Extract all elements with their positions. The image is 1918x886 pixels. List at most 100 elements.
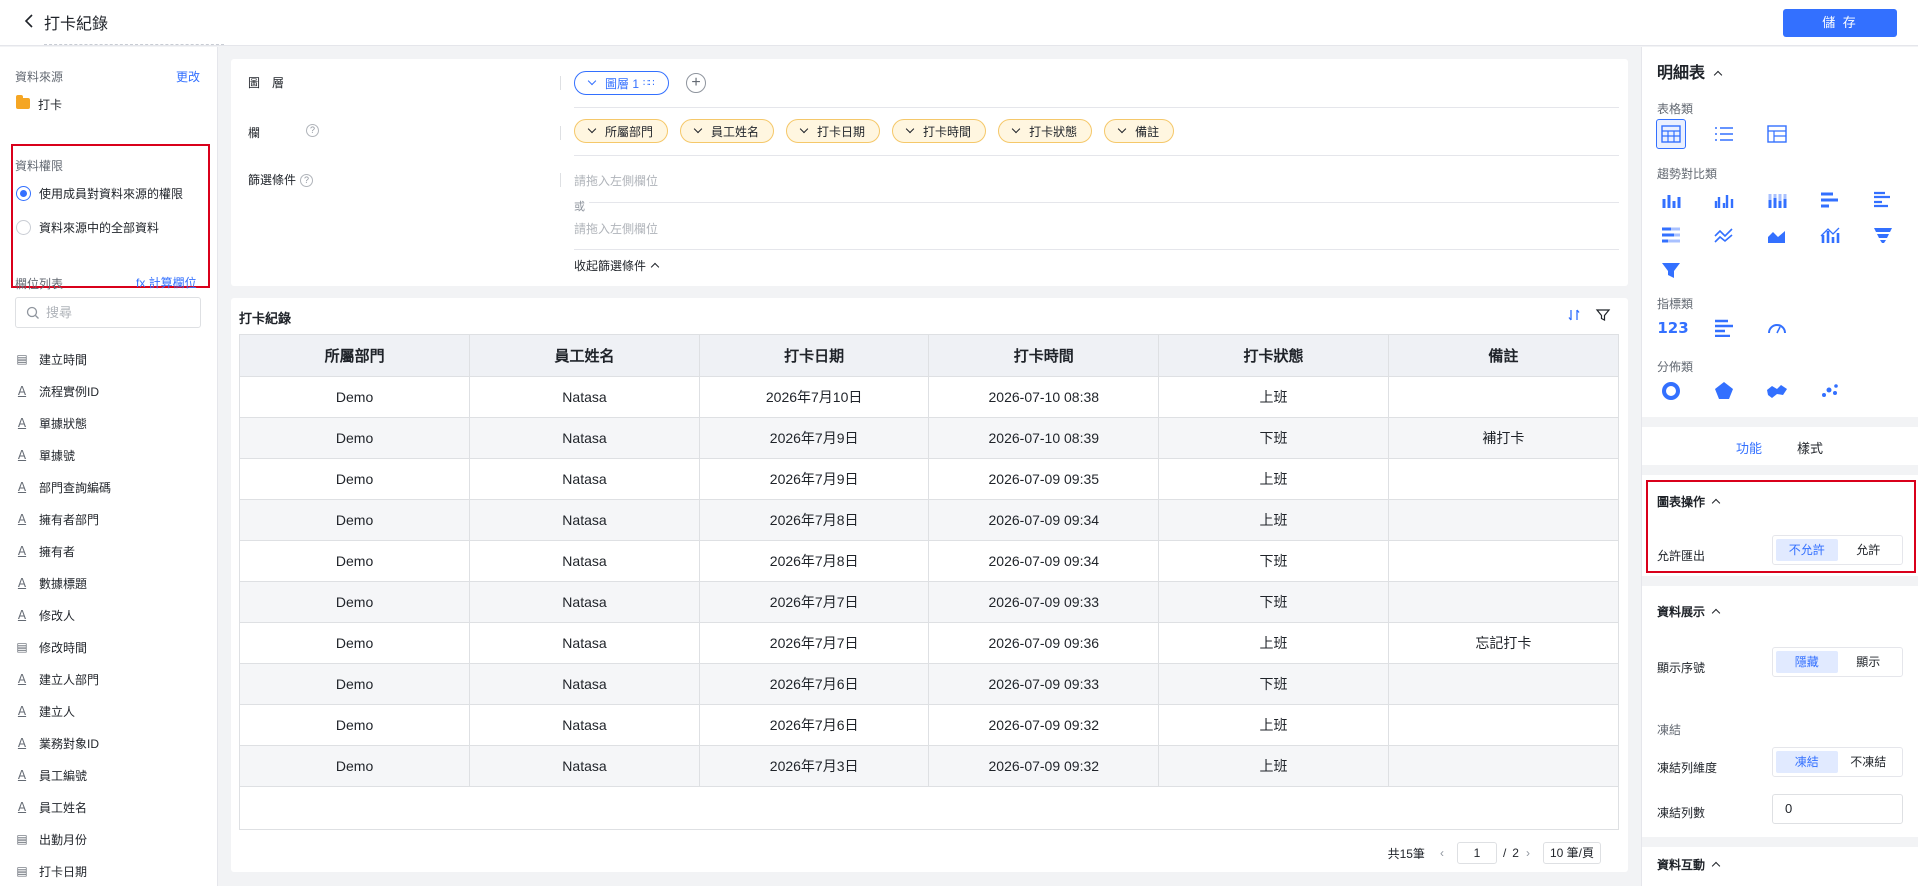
disallow-option[interactable]: 不允許: [1776, 539, 1838, 561]
field-label: 建立人部門: [39, 672, 100, 687]
area-chart-icon[interactable]: [1762, 220, 1792, 250]
field-item[interactable]: A 部門查詢編碼: [15, 471, 205, 503]
list-table-icon[interactable]: [1709, 119, 1739, 149]
funnel-chart-icon[interactable]: [1868, 220, 1898, 250]
calc-field-link[interactable]: fx 計算欄位: [136, 274, 197, 291]
section-chart-ops[interactable]: 圖表操作: [1657, 493, 1721, 510]
field-item[interactable]: A 員工編號: [15, 759, 205, 791]
column-chip[interactable]: 打卡時間: [892, 119, 987, 143]
permission-option-member[interactable]: 使用成員對資料來源的權限: [16, 185, 183, 202]
tab-function[interactable]: 功能: [1736, 438, 1763, 467]
field-item[interactable]: A 業務對象ID: [15, 727, 205, 759]
search-input[interactable]: [46, 305, 196, 320]
next-page-icon[interactable]: ›: [1519, 846, 1537, 860]
column-header[interactable]: 所屬部門: [240, 335, 471, 377]
field-item[interactable]: ▤ 修改時間: [15, 631, 205, 663]
line-chart-icon[interactable]: [1709, 220, 1739, 250]
field-item[interactable]: ▤ 打卡日期: [15, 855, 205, 886]
grouped-bar-icon[interactable]: [1709, 185, 1739, 215]
field-item[interactable]: A 修改人: [15, 599, 205, 631]
help-icon[interactable]: ?: [300, 174, 314, 188]
field-item[interactable]: A 建立人部門: [15, 663, 205, 695]
section-interaction[interactable]: 資料互動: [1657, 856, 1721, 873]
stacked-bar-icon[interactable]: [1762, 185, 1792, 215]
progress-bar-icon[interactable]: [1709, 313, 1739, 343]
add-layer-button[interactable]: +: [686, 73, 706, 93]
column-chip[interactable]: 打卡狀態: [998, 119, 1093, 143]
permission-option-all[interactable]: 資料來源中的全部資料: [16, 219, 159, 236]
page-input[interactable]: 1: [1456, 842, 1497, 864]
allow-export-toggle[interactable]: 不允許 允許: [1772, 535, 1903, 565]
column-header[interactable]: 備註: [1388, 335, 1618, 377]
field-item[interactable]: A 建立人: [15, 695, 205, 727]
field-item[interactable]: A 員工姓名: [15, 791, 205, 823]
field-item[interactable]: A 數據標題: [15, 567, 205, 599]
text-type-icon: A: [17, 576, 27, 590]
layer-chip[interactable]: 圖層 1 ∷∷: [574, 71, 669, 95]
combo-chart-icon[interactable]: [1815, 220, 1845, 250]
freeze-count-input[interactable]: 0: [1772, 794, 1903, 824]
chart-type-title[interactable]: 明細表: [1657, 59, 1723, 83]
donut-chart-icon[interactable]: [1656, 376, 1686, 406]
grouped-horizontal-bar-icon[interactable]: [1868, 185, 1898, 215]
field-item[interactable]: A 單據號: [15, 439, 205, 471]
pivot-table-icon[interactable]: [1762, 119, 1792, 149]
radio-icon[interactable]: [16, 220, 31, 235]
field-search[interactable]: [15, 297, 201, 328]
bar-chart-icon[interactable]: [1656, 185, 1686, 215]
column-chip[interactable]: 備註: [1104, 119, 1175, 143]
field-item[interactable]: ▤ 建立時間: [15, 343, 205, 375]
tab-style[interactable]: 樣式: [1797, 438, 1823, 465]
prev-page-icon[interactable]: ‹: [1433, 846, 1451, 860]
radio-selected-icon[interactable]: [16, 186, 31, 201]
change-datasource-link[interactable]: 更改: [176, 68, 200, 85]
field-item[interactable]: A 單據狀態: [15, 407, 205, 439]
map-chart-icon[interactable]: [1762, 376, 1792, 406]
filter-icon[interactable]: [1595, 307, 1611, 323]
show-option[interactable]: 顯示: [1838, 651, 1900, 673]
table-cell: Natasa: [469, 540, 700, 582]
page-title[interactable]: 打卡紀錄: [44, 10, 224, 45]
collapse-filter-link[interactable]: 收起篩選條件: [574, 257, 660, 274]
filter-funnel-chart-icon[interactable]: [1656, 255, 1686, 285]
help-icon[interactable]: ?: [306, 124, 319, 137]
page-size-select[interactable]: 10 筆/頁: [1542, 842, 1601, 864]
indicator-card-icon[interactable]: 123: [1656, 313, 1690, 343]
no-freeze-option[interactable]: 不凍結: [1838, 751, 1900, 773]
column-header[interactable]: 打卡時間: [928, 335, 1160, 377]
column-chip[interactable]: 員工姓名: [680, 119, 775, 143]
freeze-toggle[interactable]: 凍結 不凍結: [1772, 747, 1903, 777]
allow-option[interactable]: 允許: [1838, 539, 1900, 561]
chevron-down-icon: [693, 124, 703, 134]
column-header[interactable]: 打卡狀態: [1158, 335, 1389, 377]
hide-option[interactable]: 隱藏: [1776, 651, 1838, 673]
field-item[interactable]: A 擁有者部門: [15, 503, 205, 535]
scatter-chart-icon[interactable]: [1815, 376, 1845, 406]
filter-drop-zone[interactable]: 請拖入左側欄位: [574, 172, 658, 189]
field-item[interactable]: A 流程實例ID: [15, 375, 205, 407]
field-item[interactable]: ▤ 出勤月份: [15, 823, 205, 855]
save-button[interactable]: 儲 存: [1783, 9, 1897, 37]
table-cell: 下班: [1158, 663, 1389, 705]
field-label: 修改時間: [39, 640, 88, 655]
column-header[interactable]: 打卡日期: [699, 335, 930, 377]
back-arrow-icon[interactable]: [22, 11, 36, 31]
gauge-icon[interactable]: [1762, 313, 1792, 343]
divider: [560, 76, 561, 90]
column-chip[interactable]: 所屬部門: [574, 119, 669, 143]
detail-table-icon[interactable]: [1656, 119, 1686, 149]
field-item[interactable]: A 擁有者: [15, 535, 205, 567]
field-label: 業務對象ID: [39, 736, 100, 751]
horizontal-bar-icon[interactable]: [1815, 185, 1845, 215]
category-indicator: 指標類: [1657, 297, 1694, 311]
column-chip[interactable]: 打卡日期: [786, 119, 881, 143]
show-index-toggle[interactable]: 隱藏 顯示: [1772, 647, 1903, 677]
section-data-display[interactable]: 資料展示: [1657, 603, 1721, 620]
stacked-horizontal-bar-icon[interactable]: [1656, 220, 1686, 250]
radar-chart-icon[interactable]: [1709, 376, 1739, 406]
column-header[interactable]: 員工姓名: [469, 335, 700, 377]
table-cell: 下班: [1158, 581, 1389, 623]
filter-drop-zone[interactable]: 請拖入左側欄位: [574, 220, 658, 237]
freeze-option[interactable]: 凍結: [1776, 751, 1838, 773]
sort-icon[interactable]: [1566, 307, 1582, 323]
